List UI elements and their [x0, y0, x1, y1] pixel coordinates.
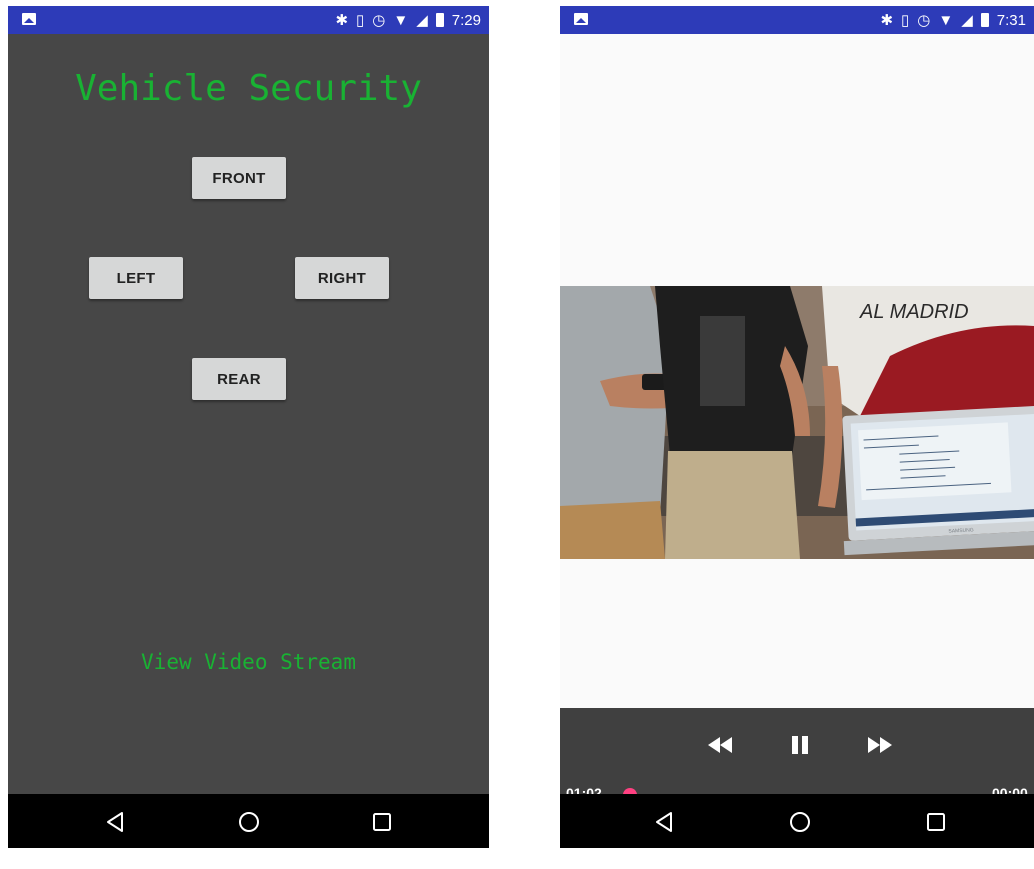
signal-icon: ◢	[416, 11, 428, 29]
image-notification-icon	[574, 13, 588, 25]
home-icon[interactable]	[237, 810, 261, 834]
front-camera-button[interactable]: FRONT	[192, 157, 286, 199]
home-icon[interactable]	[788, 810, 812, 834]
status-time: 7:29	[451, 11, 481, 29]
view-video-stream-link[interactable]: View Video Stream	[8, 650, 489, 674]
alarm-icon: ◷	[372, 11, 386, 29]
signal-icon: ◢	[961, 11, 973, 29]
navigation-bar	[560, 794, 1034, 848]
rewind-icon[interactable]	[706, 734, 734, 756]
video-player-screen: ✱ ▯ ◷ ▼ ◢ 7:31 AL MADRID SAMSUNG 01:02 0…	[560, 6, 1034, 848]
battery-icon	[435, 13, 444, 27]
status-bar: ✱ ▯ ◷ ▼ ◢ 7:29	[8, 6, 489, 34]
recents-icon[interactable]	[924, 810, 948, 834]
wifi-icon: ▼	[393, 11, 409, 29]
alarm-icon: ◷	[917, 11, 931, 29]
bluetooth-icon: ✱	[880, 11, 894, 29]
vehicle-security-screen: ✱ ▯ ◷ ▼ ◢ 7:29 Vehicle Security FRONT LE…	[8, 6, 489, 848]
back-icon[interactable]	[104, 810, 128, 834]
shirt-text: AL MADRID	[859, 301, 969, 323]
status-icons: ✱ ▯ ◷ ▼ ◢ 7:31	[880, 6, 1026, 34]
vibrate-icon: ▯	[901, 11, 910, 29]
back-icon[interactable]	[653, 810, 677, 834]
battery-icon	[980, 13, 989, 27]
navigation-bar	[8, 794, 489, 848]
status-icons: ✱ ▯ ◷ ▼ ◢ 7:29	[335, 6, 481, 34]
fast-forward-icon[interactable]	[866, 734, 894, 756]
rear-camera-button[interactable]: REAR	[192, 358, 286, 400]
status-bar: ✱ ▯ ◷ ▼ ◢ 7:31	[560, 6, 1034, 34]
bluetooth-icon: ✱	[335, 11, 349, 29]
video-frame[interactable]: AL MADRID SAMSUNG	[560, 286, 1034, 559]
wifi-icon: ▼	[938, 11, 954, 29]
recents-icon[interactable]	[370, 810, 394, 834]
status-time: 7:31	[996, 11, 1026, 29]
media-controls: 01:02 00:00	[560, 708, 1034, 802]
pause-icon[interactable]	[786, 734, 814, 756]
right-camera-button[interactable]: RIGHT	[295, 257, 389, 299]
image-notification-icon	[22, 13, 36, 25]
vibrate-icon: ▯	[356, 11, 365, 29]
video-still-image: AL MADRID SAMSUNG	[560, 286, 1034, 559]
left-camera-button[interactable]: LEFT	[89, 257, 183, 299]
app-title: Vehicle Security	[75, 68, 422, 109]
